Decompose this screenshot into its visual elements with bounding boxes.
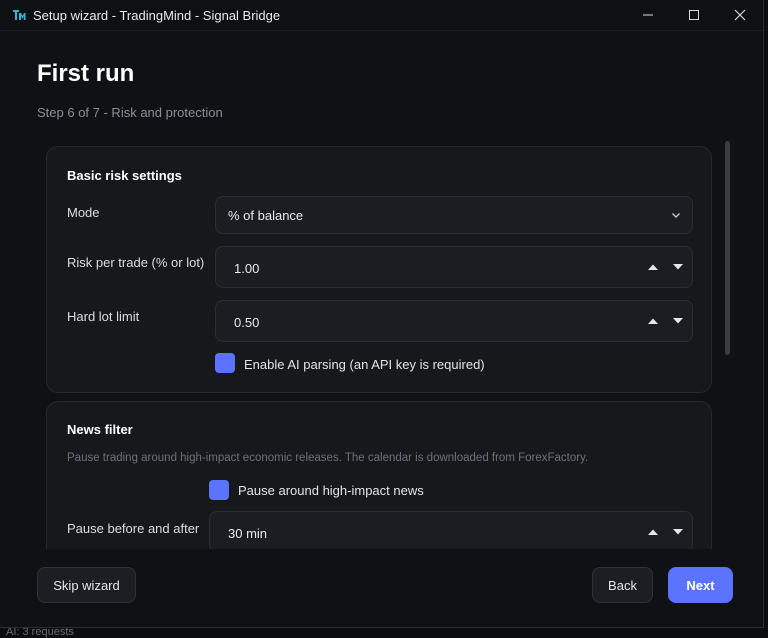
page-title: First run xyxy=(37,60,135,87)
hard-lot-limit-input[interactable]: 0.50 xyxy=(215,300,693,342)
mode-select[interactable]: % of balance xyxy=(215,196,693,234)
caret-down-icon xyxy=(672,318,683,324)
pause-news-label[interactable]: Pause around high-impact news xyxy=(238,483,424,498)
mode-select-value: % of balance xyxy=(228,207,304,223)
mode-label: Mode xyxy=(67,205,100,220)
risk-per-trade-label: Risk per trade (% or lot) xyxy=(67,255,205,270)
close-icon xyxy=(734,9,746,21)
ai-parsing-label[interactable]: Enable AI parsing (an API key is require… xyxy=(244,357,485,372)
next-button[interactable]: Next xyxy=(668,567,733,603)
risk-per-trade-input[interactable]: 1.00 xyxy=(215,246,693,288)
step-indicator: Step 6 of 7 - Risk and protection xyxy=(37,105,223,120)
back-button[interactable]: Back xyxy=(592,567,653,603)
pause-duration-input[interactable]: 30 min xyxy=(209,511,693,549)
minimize-icon xyxy=(643,14,653,16)
lot-increment-button[interactable] xyxy=(640,311,665,331)
risk-decrement-button[interactable] xyxy=(665,257,690,277)
hard-lot-limit-value: 0.50 xyxy=(234,314,260,330)
pause-news-checkbox[interactable] xyxy=(209,480,229,500)
app-logo-icon xyxy=(12,8,26,22)
skip-wizard-button[interactable]: Skip wizard xyxy=(37,567,136,603)
risk-per-trade-value: 1.00 xyxy=(234,260,260,276)
scrollbar-thumb[interactable] xyxy=(725,141,730,355)
maximize-icon xyxy=(689,10,699,20)
close-button[interactable] xyxy=(717,0,763,30)
chevron-down-icon xyxy=(672,213,680,218)
risk-increment-button[interactable] xyxy=(640,257,665,277)
title-bar: Setup wizard - TradingMind - Signal Brid… xyxy=(0,0,763,31)
news-filter-title: News filter xyxy=(67,422,133,437)
caret-up-icon xyxy=(647,264,658,270)
setup-wizard-window: Setup wizard - TradingMind - Signal Brid… xyxy=(0,0,764,628)
pause-duration-value: 30 min xyxy=(228,525,268,541)
caret-down-icon xyxy=(672,264,683,270)
window-title: Setup wizard - TradingMind - Signal Brid… xyxy=(33,7,281,23)
wizard-content: First run Step 6 of 7 - Risk and protect… xyxy=(0,30,763,627)
minimize-button[interactable] xyxy=(625,0,671,30)
ai-parsing-checkbox[interactable] xyxy=(215,353,235,373)
caret-down-icon xyxy=(672,529,683,535)
basic-risk-title: Basic risk settings xyxy=(67,168,182,183)
pause-duration-label: Pause before and after xyxy=(67,521,200,536)
pause-decrement-button[interactable] xyxy=(665,522,690,542)
pause-increment-button[interactable] xyxy=(640,522,665,542)
maximize-button[interactable] xyxy=(671,0,717,30)
settings-scroll-area[interactable]: Basic risk settings Mode % of balance Ri… xyxy=(46,146,714,549)
lot-decrement-button[interactable] xyxy=(665,311,690,331)
hard-lot-limit-label: Hard lot limit xyxy=(67,309,140,324)
news-filter-card: News filter Pause trading around high-im… xyxy=(46,401,712,549)
caret-up-icon xyxy=(647,529,658,535)
caret-up-icon xyxy=(647,318,658,324)
news-filter-description: Pause trading around high-impact economi… xyxy=(67,452,589,464)
basic-risk-card: Basic risk settings Mode % of balance Ri… xyxy=(46,146,712,393)
